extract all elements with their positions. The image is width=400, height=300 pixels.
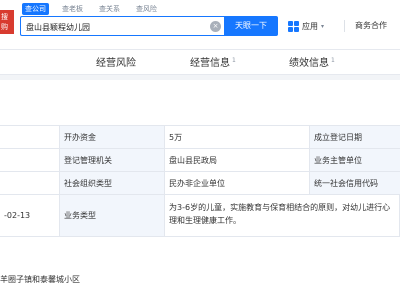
- apps-menu-button[interactable]: 应用 ▾: [288, 16, 324, 36]
- tab-business-risk[interactable]: 经营风险: [96, 54, 136, 69]
- table-row: -02-13 业务类型 为3-6岁的儿童，实施教育与保育相结合的原则，对幼儿进行…: [0, 195, 400, 237]
- field-label: 社会组织类型: [60, 172, 165, 194]
- chevron-down-icon: ▾: [321, 22, 325, 30]
- org-info-table: 开办资金 5万 成立登记日期 登记管理机关 盘山县民政局 业务主管单位 社会组织…: [0, 125, 400, 237]
- date-cell: -02-13: [0, 195, 60, 236]
- search-input[interactable]: [26, 20, 204, 34]
- field-label: 业务主管单位: [310, 149, 400, 171]
- table-row: 社会组织类型 民办非企业单位 统一社会信用代码: [0, 172, 400, 195]
- header-divider: [344, 20, 345, 32]
- section-tabs: 经营风险 经营信息 1 绩效信息 1: [0, 50, 400, 75]
- logo-text: 搜 购: [1, 13, 8, 31]
- site-logo[interactable]: 搜 购: [0, 10, 14, 34]
- tab-relation[interactable]: 查关系: [96, 3, 123, 15]
- tab-boss[interactable]: 查老板: [59, 3, 86, 15]
- field-value: 民办非企业单位: [165, 172, 310, 194]
- tab-label: 经营风险: [96, 58, 136, 69]
- table-cell: [0, 149, 60, 171]
- main-panel: 开办资金 5万 成立登记日期 登记管理机关 盘山县民政局 业务主管单位 社会组织…: [0, 80, 400, 300]
- table-row: 开办资金 5万 成立登记日期: [0, 126, 400, 149]
- tab-count: 1: [331, 56, 335, 64]
- field-label: 业务类型: [60, 195, 165, 236]
- field-label: 统一社会信用代码: [310, 172, 400, 194]
- search-type-tabs: 查公司 查老板 查关系 查风险: [22, 3, 160, 15]
- apps-label: 应用: [302, 21, 318, 31]
- search-button[interactable]: 天眼一下: [224, 16, 278, 36]
- field-label: 开办资金: [60, 126, 165, 148]
- field-label: 成立登记日期: [310, 126, 400, 148]
- tab-risk[interactable]: 查风险: [133, 3, 160, 15]
- search-box: ×: [20, 16, 224, 36]
- tab-business-info[interactable]: 经营信息 1: [190, 54, 236, 69]
- tab-performance-info[interactable]: 绩效信息 1: [289, 54, 335, 69]
- field-label: 登记管理机关: [60, 149, 165, 171]
- field-value: 盘山县民政局: [165, 149, 310, 171]
- field-value: 5万: [165, 126, 310, 148]
- tab-count: 1: [232, 56, 236, 64]
- clear-icon[interactable]: ×: [210, 21, 221, 32]
- table-cell: [0, 172, 60, 194]
- business-cooperation-link[interactable]: 商务合作: [355, 16, 387, 36]
- address-text: 羊圈子镇和泰馨城小区: [0, 275, 80, 284]
- table-row: 登记管理机关 盘山县民政局 业务主管单位: [0, 149, 400, 172]
- tab-label: 绩效信息: [289, 58, 329, 69]
- table-cell: [0, 126, 60, 148]
- tab-label: 经营信息: [190, 58, 230, 69]
- tab-company[interactable]: 查公司: [22, 3, 49, 15]
- field-value: 为3-6岁的儿童，实施教育与保育相结合的原则，对幼儿进行心理和生理健康工作。: [165, 195, 400, 236]
- apps-grid-icon: [288, 20, 299, 32]
- top-header: 搜 购 查公司 查老板 查关系 查风险 × 天眼一下 应用 ▾ 商务合作: [0, 0, 400, 50]
